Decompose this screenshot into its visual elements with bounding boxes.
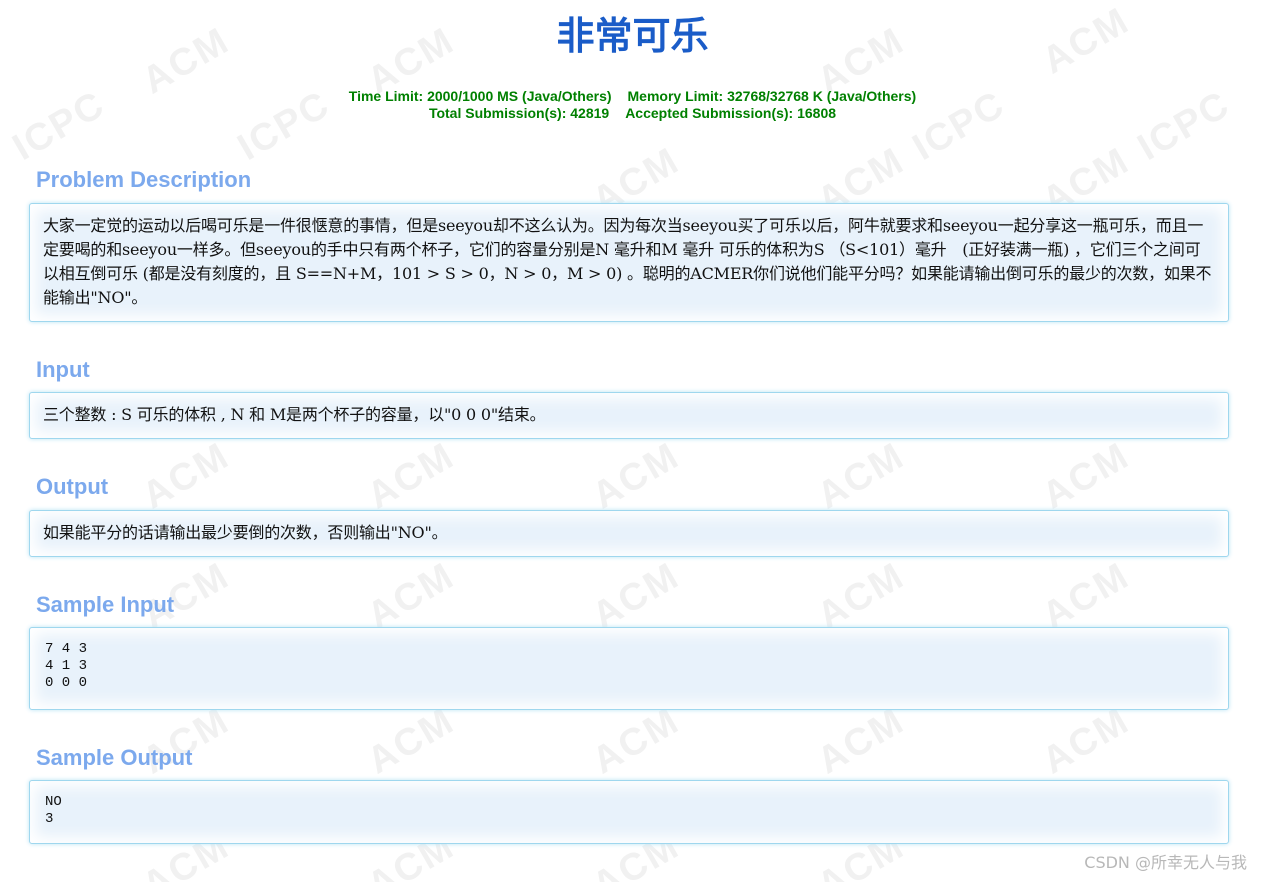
memory-limit: Memory Limit: 32768/32768 K (Java/Others…: [627, 88, 917, 104]
sample-output-code: NO 3: [45, 794, 62, 827]
sample-input-heading: Sample Input: [36, 592, 175, 617]
input-panel: 三个整数 : S 可乐的体积 , N 和 M是两个杯子的容量，以"0 0 0"结…: [29, 392, 1229, 439]
output-panel: 如果能平分的话请输出最少要倒的次数，否则输出"NO"。: [29, 510, 1229, 557]
input-text: 三个整数 : S 可乐的体积 , N 和 M是两个杯子的容量，以"0 0 0"结…: [43, 405, 546, 424]
sample-input-code: 7 4 3 4 1 3 0 0 0: [45, 641, 88, 691]
limits-line-1: Time Limit: 2000/1000 MS (Java/Others) Me…: [0, 88, 1265, 105]
output-heading: Output: [36, 474, 109, 499]
accepted-submissions: Accepted Submission(s): 16808: [625, 105, 837, 121]
sample-input-panel: 7 4 3 4 1 3 0 0 0: [29, 627, 1229, 710]
problem-description-text: 大家一定觉的运动以后喝可乐是一件很惬意的事情，但是seeyou却不这么认为。因为…: [43, 216, 1212, 307]
problem-page: 非常可乐 Time Limit: 2000/1000 MS (Java/Othe…: [0, 0, 1265, 882]
time-limit: Time Limit: 2000/1000 MS (Java/Others): [348, 88, 612, 104]
problem-description-panel: 大家一定觉的运动以后喝可乐是一件很惬意的事情，但是seeyou却不这么认为。因为…: [29, 203, 1229, 322]
csdn-watermark: CSDN @所幸无人与我: [1084, 853, 1247, 872]
sample-output-heading: Sample Output: [36, 745, 193, 770]
sample-output-panel: NO 3: [29, 780, 1229, 844]
problem-description-heading: Problem Description: [36, 167, 252, 192]
input-heading: Input: [36, 357, 90, 382]
problem-title: 非常可乐: [556, 14, 709, 58]
total-submissions: Total Submission(s): 42819: [428, 105, 610, 121]
limits-line-2: Total Submission(s): 42819 Accepted Submi…: [0, 105, 1265, 122]
problem-limits: Time Limit: 2000/1000 MS (Java/Others) Me…: [0, 88, 1265, 122]
output-text: 如果能平分的话请输出最少要倒的次数，否则输出"NO"。: [43, 523, 448, 542]
